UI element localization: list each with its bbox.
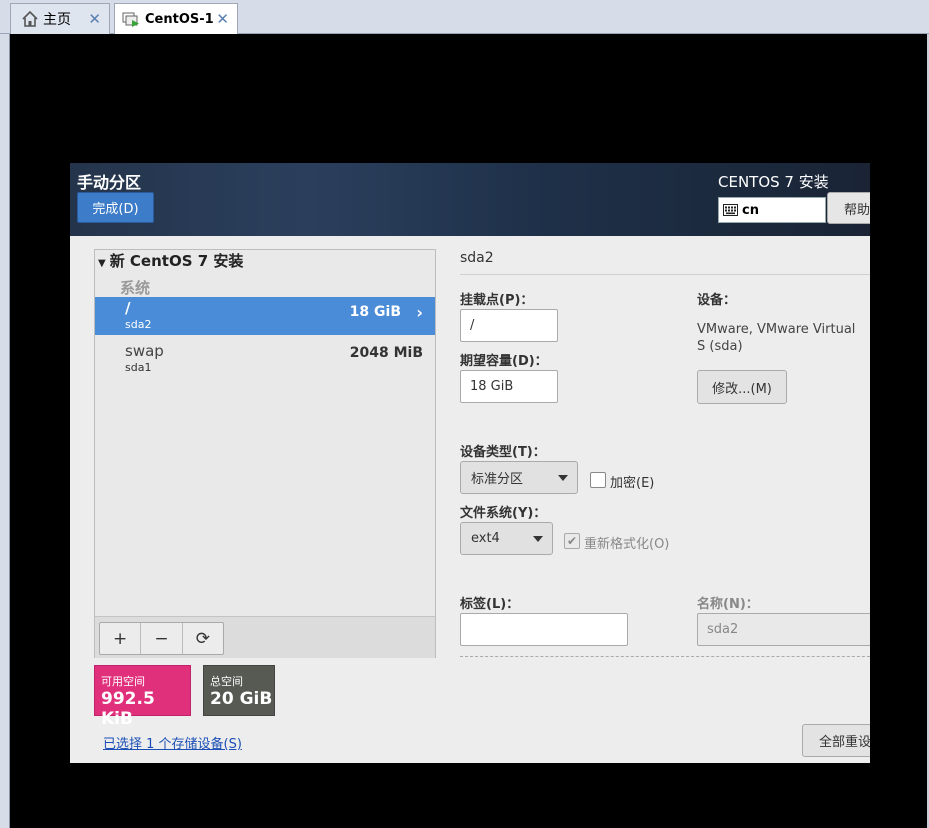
total-space-label: 总空间 — [210, 675, 243, 688]
total-space-box: 总空间 20 GiB — [203, 665, 275, 716]
available-space-box: 可用空间 992.5 KiB — [94, 665, 191, 729]
partition-device: sda2 — [125, 318, 152, 331]
partition-toolbar-buttons: + − ⟳ — [99, 622, 224, 655]
dropdown-arrow-icon — [558, 475, 568, 481]
reformat-checkbox[interactable]: ✔ — [564, 533, 580, 549]
remove-partition-button[interactable]: − — [141, 623, 183, 654]
close-icon[interactable]: ✕ — [88, 10, 101, 28]
file-system-value: ext4 — [471, 531, 500, 546]
close-icon[interactable]: ✕ — [216, 10, 229, 28]
section-label-system: 系统 — [120, 279, 151, 297]
done-button[interactable]: 完成(D) — [77, 192, 154, 223]
window-frame-left — [0, 34, 10, 828]
tag-input[interactable] — [460, 613, 628, 646]
reformat-label[interactable]: 重新格式化(O) — [584, 533, 669, 552]
help-button[interactable]: 帮助 — [827, 192, 870, 224]
divider — [460, 274, 870, 275]
name-input[interactable]: sda2 — [697, 613, 870, 646]
encrypt-checkbox[interactable] — [590, 472, 606, 488]
mount-point-label: 挂载点(P)： — [460, 293, 534, 308]
partition-tree-panel: ▼ 新 CentOS 7 安装 系统 / sda2 18 GiB › swap s… — [94, 249, 436, 658]
keyboard-layout-label: cn — [742, 202, 759, 218]
desired-capacity-label: 期望容量(D)： — [460, 354, 548, 369]
selected-storage-link[interactable]: 已选择 1 个存储设备(S) — [103, 733, 242, 752]
partition-size: 18 GiB — [349, 304, 401, 320]
partition-toolbar: + − ⟳ — [95, 616, 435, 658]
partition-mount: swap — [125, 342, 164, 360]
install-group-title: 新 CentOS 7 安装 — [109, 252, 244, 270]
device-type-value: 标准分区 — [471, 472, 524, 487]
mount-point-input[interactable]: / — [460, 309, 558, 342]
available-space-label: 可用空间 — [101, 675, 145, 688]
keyboard-layout-indicator[interactable]: cn — [718, 197, 826, 223]
checkmark-icon: ✔ — [566, 534, 578, 548]
device-type-dropdown[interactable]: 标准分区 — [460, 461, 578, 494]
refresh-button[interactable]: ⟳ — [183, 623, 223, 654]
install-group-header[interactable]: ▼ 新 CentOS 7 安装 — [98, 250, 243, 271]
available-space-value: 992.5 KiB — [101, 689, 155, 729]
device-type-label: 设备类型(T)： — [460, 445, 546, 460]
file-system-label: 文件系统(Y)： — [460, 506, 547, 521]
partition-row-root[interactable]: / sda2 18 GiB › — [95, 297, 435, 335]
product-title: CENTOS 7 安装 — [718, 173, 829, 191]
partition-size: 2048 MiB — [349, 345, 423, 361]
total-space-value: 20 GiB — [210, 689, 273, 709]
vm-icon — [121, 9, 141, 29]
partition-row-swap[interactable]: swap sda1 2048 MiB — [95, 340, 435, 378]
page-title: 手动分区 — [77, 173, 142, 192]
collapse-triangle-icon: ▼ — [98, 258, 106, 269]
reset-all-button[interactable]: 全部重设 — [802, 724, 870, 757]
partition-detail-title: sda2 — [460, 250, 494, 266]
name-label: 名称(N)： — [697, 597, 759, 612]
chevron-right-icon: › — [416, 303, 423, 322]
installer-window: 手动分区 完成(D) CENTOS 7 安装 cn 帮助 ▼ 新 CentOS 7… — [70, 163, 870, 763]
partition-mount: / — [125, 299, 131, 317]
add-partition-button[interactable]: + — [100, 623, 142, 654]
dropdown-arrow-icon — [533, 536, 543, 542]
partition-device: sda1 — [125, 361, 152, 374]
tab-vm-label: CentOS-1 — [145, 11, 214, 27]
tab-home-label: 主页 — [43, 12, 71, 28]
encrypt-label[interactable]: 加密(E) — [610, 472, 654, 491]
tab-centos-1[interactable]: CentOS-1 ✕ — [114, 3, 238, 34]
tag-label: 标签(L)： — [460, 597, 520, 612]
device-value: VMware, VMware Virtual S (sda) — [697, 322, 856, 354]
home-icon — [21, 10, 39, 28]
desired-capacity-input[interactable]: 18 GiB — [460, 370, 558, 403]
device-label: 设备： — [697, 293, 737, 308]
modify-button[interactable]: 修改...(M) — [697, 370, 787, 404]
dashed-divider — [460, 656, 870, 657]
keyboard-icon — [719, 204, 742, 216]
file-system-dropdown[interactable]: ext4 — [460, 522, 553, 555]
tab-home[interactable]: 主页 ✕ — [10, 3, 110, 34]
